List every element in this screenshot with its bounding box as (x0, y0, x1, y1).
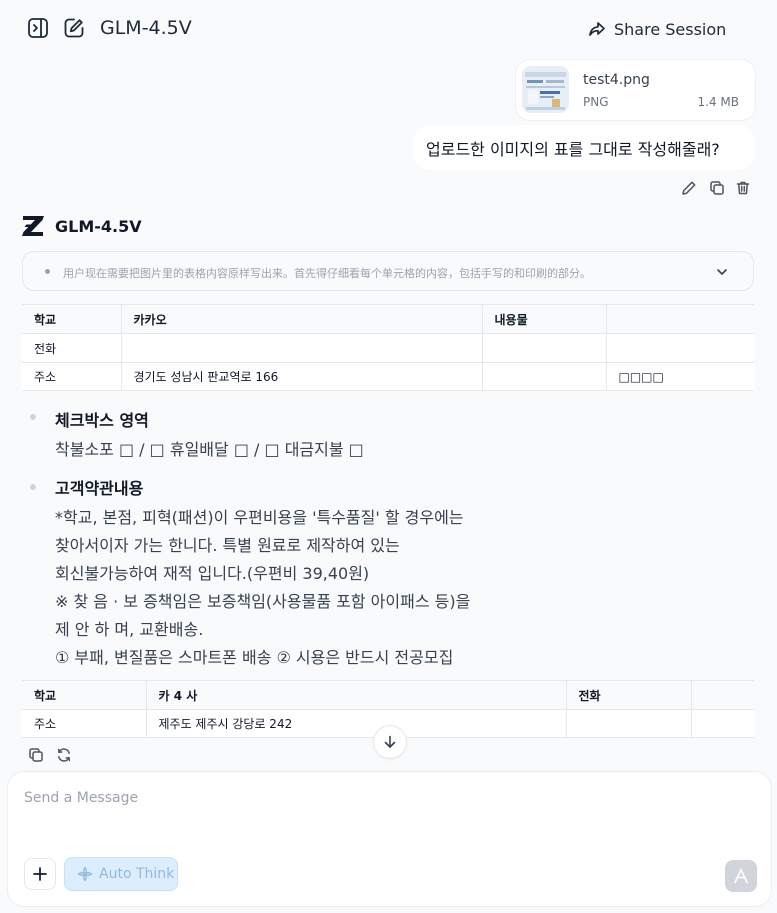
attachment-file-type: PNG (583, 95, 609, 109)
share-session-label: Share Session (614, 19, 727, 39)
bullet-dot (30, 484, 36, 490)
auto-think-label: Auto Think (99, 866, 175, 882)
table-header-cell: 내용물 (481, 304, 606, 334)
bullet-line: *학교, 본점, 피혁(패션)이 우편비용을 '특수품질' 할 경우에는 (55, 508, 464, 527)
table-row: 주소 경기도 성남시 판교역로 166 □□□□ (22, 362, 754, 391)
auto-think-icon (77, 866, 93, 882)
bullet-line: 착불소포 □ / □ 휴일배달 □ / □ 대금지불 □ (55, 440, 364, 459)
table-cell: 제주도 제주시 강당로 242 (145, 709, 566, 738)
bullet-line: 회신불가능하여 재적 입니다.(우편비 39,40원) (55, 564, 370, 583)
bullet-dot (45, 269, 50, 274)
sidebar-toggle-icon[interactable] (26, 16, 50, 40)
message-input[interactable] (24, 786, 724, 810)
plus-icon (32, 866, 48, 882)
attachment-file-name: test4.png (583, 72, 650, 88)
bullet-title: 고객약관내용 (55, 479, 144, 498)
scroll-to-bottom-button[interactable] (374, 726, 406, 758)
table-header-cell: 카 4 사 (145, 680, 566, 710)
delete-icon[interactable] (734, 179, 752, 197)
table-header-row: 학교 카카오 내용물 (22, 304, 754, 334)
table-cell (481, 333, 606, 363)
bullet-dot (30, 414, 36, 420)
thinking-panel[interactable]: 用户现在需要把图片里的表格内容原样写出来。首先得仔细看每个单元格的内容，包括手写… (22, 251, 754, 291)
attachment-thumbnail (522, 66, 569, 113)
bullet-line: 찾아서이자 가는 한니다. 특별 원료로 제작하여 있는 (55, 536, 400, 555)
table-cell: 경기도 성남시 판교역로 166 (120, 362, 482, 391)
table-cell (605, 333, 754, 363)
message-composer: Auto Think (8, 772, 771, 906)
auto-think-button[interactable]: Auto Think (64, 857, 178, 891)
copy-icon[interactable] (27, 746, 45, 764)
table-cell: 주소 (22, 362, 121, 391)
table-cell (690, 709, 754, 738)
copy-icon[interactable] (708, 179, 726, 197)
table-header-cell (690, 680, 754, 710)
bullet-line: ① 부패, 변질품은 스마트폰 배송 ② 시용은 반드시 전공모집 (55, 648, 454, 667)
add-attachment-button[interactable] (24, 858, 56, 890)
share-icon (588, 20, 606, 38)
table-cell: 전화 (22, 333, 121, 363)
bullet-title: 체크박스 영역 (55, 411, 149, 430)
table-cell: 주소 (22, 709, 146, 738)
table-row: 전화 (22, 333, 754, 363)
table-header-cell: 전화 (565, 680, 691, 710)
send-button[interactable] (725, 860, 757, 892)
table-header-cell: 학교 (22, 680, 146, 710)
table-header-cell (605, 304, 754, 334)
share-session-button[interactable]: Share Session (588, 17, 726, 41)
zhipu-logo-icon (22, 215, 45, 237)
table-header-cell: 학교 (22, 304, 121, 334)
bullet-line: ※ 찾 음 · 보 증책임은 보증책임(사용물품 포함 아이패스 등)을 (55, 592, 471, 611)
table-cell: □□□□ (605, 362, 754, 391)
edit-icon[interactable] (680, 179, 698, 197)
assistant-model-header: GLM-4.5V (22, 214, 142, 238)
send-logo-icon (732, 867, 750, 885)
page-title: GLM-4.5V (100, 17, 192, 39)
chevron-down-icon[interactable] (715, 264, 729, 283)
regenerate-icon[interactable] (55, 746, 73, 764)
attachment-file-size: 1.4 MB (697, 95, 739, 109)
arrow-down-icon (382, 734, 398, 750)
result-table-1: 학교 카카오 내용물 전화 주소 경기도 성남시 판교역로 166 □□□□ (22, 304, 754, 391)
new-chat-icon[interactable] (62, 16, 86, 40)
thinking-summary: 用户现在需要把图片里的表格内容原样写出来。首先得仔细看每个单元格的内容，包括手写… (63, 267, 591, 280)
model-name: GLM-4.5V (55, 216, 142, 236)
table-cell (481, 362, 606, 391)
table-header-row: 학교 카 4 사 전화 (22, 680, 754, 710)
attachment-card[interactable]: test4.png PNG 1.4 MB (516, 60, 755, 120)
user-message-bubble: 업로드한 이미지의 표를 그대로 작성해줄래? (413, 125, 755, 170)
table-header-cell: 카카오 (120, 304, 482, 334)
table-cell (120, 333, 482, 363)
bullet-line: 제 안 하 며, 교환배송. (55, 620, 204, 639)
table-cell (565, 709, 691, 738)
